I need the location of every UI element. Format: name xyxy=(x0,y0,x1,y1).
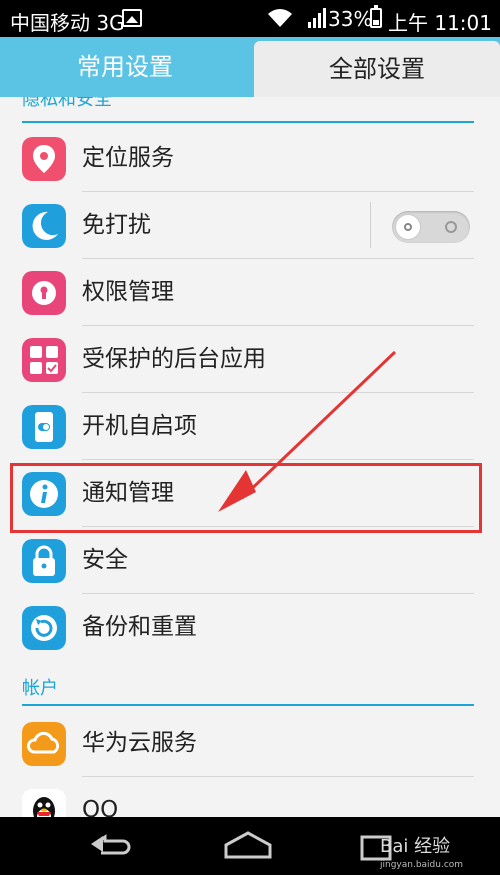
setting-notification-management[interactable]: 通知管理 xyxy=(0,460,500,527)
setting-startup-apps[interactable]: 开机自启项 xyxy=(0,393,500,460)
location-icon xyxy=(22,137,66,181)
setting-label: 备份和重置 xyxy=(82,614,197,640)
setting-label: 权限管理 xyxy=(82,279,174,305)
carrier-label: 中国移动 3G xyxy=(10,11,125,35)
setting-permission-management[interactable]: 权限管理 xyxy=(0,259,500,326)
toggle-separator xyxy=(370,202,371,248)
padlock-icon xyxy=(22,539,66,583)
clock: 上午 11:01 xyxy=(388,11,492,35)
watermark-text: Bai 经验 xyxy=(380,836,451,857)
section-header-privacy: 隐私和安全 xyxy=(22,97,112,110)
setting-do-not-disturb[interactable]: 免打扰 xyxy=(0,192,500,259)
setting-security[interactable]: 安全 xyxy=(0,527,500,594)
home-icon[interactable] xyxy=(220,817,276,875)
tab-common-settings[interactable]: 常用设置 xyxy=(0,37,250,97)
setting-label: 安全 xyxy=(82,547,128,573)
setting-label: 受保护的后台应用 xyxy=(82,346,266,372)
setting-location[interactable]: 定位服务 xyxy=(0,125,500,192)
watermark-url: jingyan.baidu.com xyxy=(380,860,464,870)
do-not-disturb-toggle[interactable] xyxy=(392,211,470,243)
setting-label: 免打扰 xyxy=(82,212,151,238)
section-divider xyxy=(22,121,474,123)
settings-tabs: 常用设置 全部设置 xyxy=(0,37,500,97)
backup-icon xyxy=(22,606,66,650)
toggle-off-indicator xyxy=(445,221,457,233)
startup-icon xyxy=(22,405,66,449)
back-icon[interactable] xyxy=(85,817,135,875)
section-header-account: 帐户 xyxy=(22,678,58,699)
setting-label: 通知管理 xyxy=(82,480,174,506)
toggle-knob xyxy=(395,214,421,240)
baidu-watermark: Bai 经验 jingyan.baidu.com xyxy=(380,832,463,870)
setting-label: QQ xyxy=(82,797,119,817)
settings-list[interactable]: 隐私和安全 定位服务 免打扰 权限管理 受保护的后台应用 开机自启项 通知管理 … xyxy=(0,97,500,817)
setting-qq-account[interactable]: QQ xyxy=(0,777,500,817)
protected-apps-icon xyxy=(22,338,66,382)
battery-icon xyxy=(370,5,382,28)
tab-all-settings[interactable]: 全部设置 xyxy=(254,41,500,97)
moon-icon xyxy=(22,204,66,248)
setting-huawei-cloud[interactable]: 华为云服务 xyxy=(0,710,500,777)
image-notification-icon xyxy=(122,9,142,27)
status-bar: 中国移动 3G 33% 上午 11:01 xyxy=(0,0,500,37)
section-divider xyxy=(22,704,474,706)
setting-label: 开机自启项 xyxy=(82,413,197,439)
setting-backup-reset[interactable]: 备份和重置 xyxy=(0,594,500,661)
qq-penguin-icon xyxy=(22,789,66,817)
battery-percent: 33% xyxy=(328,7,373,31)
setting-protected-apps[interactable]: 受保护的后台应用 xyxy=(0,326,500,393)
info-icon xyxy=(22,472,66,516)
cloud-icon xyxy=(22,722,66,766)
signal-icon xyxy=(308,8,326,28)
setting-label: 定位服务 xyxy=(82,145,174,171)
setting-label: 华为云服务 xyxy=(82,730,197,756)
wifi-icon xyxy=(268,9,292,27)
lock-keyhole-icon xyxy=(22,271,66,315)
